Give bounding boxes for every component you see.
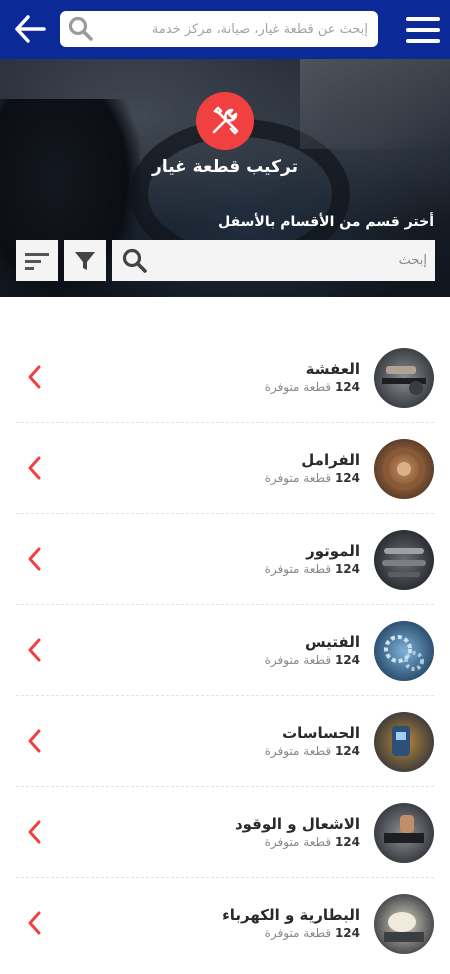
category-title: الاشعال و الوقود (234, 815, 360, 833)
sort-button[interactable] (16, 240, 58, 281)
category-title: الحساسات (282, 724, 360, 742)
category-thumbnail (374, 348, 434, 408)
chevron-left-icon[interactable] (24, 365, 44, 389)
category-item-engine[interactable]: الموتور 124 قطعة متوفرة (16, 514, 434, 605)
count-label: قطعة متوفرة (264, 562, 332, 576)
wrench-screwdriver-icon (212, 106, 239, 135)
category-item-ignition-fuel[interactable]: الاشعال و الوقود 124 قطعة متوفرة (16, 787, 434, 878)
chevron-left-icon[interactable] (24, 911, 44, 935)
category-title: الموتور (306, 542, 360, 560)
category-item-gearbox[interactable]: الفتيس 124 قطعة متوفرة (16, 605, 434, 696)
count-label: قطعة متوفرة (264, 380, 332, 394)
count-label: قطعة متوفرة (264, 835, 332, 849)
category-count: 124 قطعة متوفرة (265, 835, 360, 849)
category-list: العفشة 124 قطعة متوفرة الفرامل 124 قطعة … (0, 332, 450, 969)
category-count: 124 قطعة متوفرة (265, 471, 360, 485)
category-thumbnail (374, 803, 434, 863)
menu-line (406, 28, 440, 32)
count-number: 124 (334, 653, 360, 667)
chevron-left-icon[interactable] (24, 638, 44, 662)
category-thumbnail (374, 712, 434, 772)
hero-banner: تركيب قطعة غيار أختر قسم من الأقسام بالأ… (0, 59, 450, 297)
top-app-bar (0, 0, 450, 59)
count-number: 124 (334, 471, 360, 485)
category-title: الفرامل (301, 451, 360, 469)
category-count: 124 قطعة متوفرة (265, 562, 360, 576)
category-item-battery-electrical[interactable]: البطارية و الكهرباء 124 قطعة متوفرة (16, 878, 434, 969)
filter-button[interactable] (64, 240, 106, 281)
arrow-left-icon (15, 15, 46, 43)
category-count: 124 قطعة متوفرة (265, 926, 360, 940)
category-thumbnail (374, 530, 434, 590)
count-number: 124 (334, 744, 360, 758)
count-number: 124 (334, 380, 360, 394)
category-title: البطارية و الكهرباء (222, 906, 360, 924)
back-button[interactable] (10, 10, 50, 48)
global-search-box[interactable] (60, 11, 378, 47)
category-count: 124 قطعة متوفرة (265, 380, 360, 394)
hamburger-menu-button[interactable] (404, 13, 442, 47)
count-label: قطعة متوفرة (264, 471, 332, 485)
menu-line (406, 39, 440, 43)
chevron-left-icon[interactable] (24, 820, 44, 844)
count-label: قطعة متوفرة (264, 653, 332, 667)
category-thumbnail (374, 894, 434, 954)
category-item-sensors[interactable]: الحساسات 124 قطعة متوفرة (16, 696, 434, 787)
category-count: 124 قطعة متوفرة (265, 653, 360, 667)
chevron-left-icon[interactable] (24, 729, 44, 753)
category-thumbnail (374, 621, 434, 681)
count-number: 124 (334, 835, 360, 849)
category-item-suspension[interactable]: العفشة 124 قطعة متوفرة (16, 332, 434, 423)
filter-funnel-icon (75, 251, 95, 270)
category-item-brakes[interactable]: الفرامل 124 قطعة متوفرة (16, 423, 434, 514)
category-title: العفشة (305, 360, 360, 378)
category-search-input[interactable] (148, 240, 427, 281)
count-number: 124 (334, 562, 360, 576)
chevron-left-icon[interactable] (24, 456, 44, 480)
hero-title: تركيب قطعة غيار (152, 157, 298, 177)
search-icon[interactable] (122, 248, 148, 274)
search-icon[interactable] (68, 16, 94, 42)
category-title: الفتيس (304, 633, 360, 651)
category-count: 124 قطعة متوفرة (265, 744, 360, 758)
category-thumbnail (374, 439, 434, 499)
hero-service-badge (196, 92, 254, 150)
sort-lines-icon (25, 252, 49, 270)
category-search-box[interactable] (112, 240, 435, 281)
count-label: قطعة متوفرة (264, 926, 332, 940)
menu-line (406, 17, 440, 21)
count-label: قطعة متوفرة (264, 744, 332, 758)
chevron-left-icon[interactable] (24, 547, 44, 571)
count-number: 124 (334, 926, 360, 940)
global-search-input[interactable] (94, 11, 368, 47)
hero-subtitle: أختر قسم من الأقسام بالأسفل (218, 214, 434, 230)
